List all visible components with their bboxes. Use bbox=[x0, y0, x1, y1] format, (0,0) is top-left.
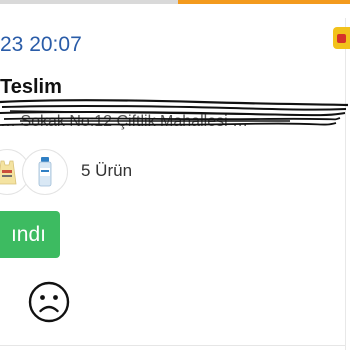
sad-face-glyph bbox=[28, 281, 70, 323]
redaction-scribble bbox=[0, 99, 349, 126]
delivery-address: … Sokak No:12 Çiftlik Mahallesi … bbox=[0, 96, 350, 140]
card-bottom-divider bbox=[0, 345, 345, 346]
product-count: 5 Ürün bbox=[81, 161, 133, 180]
product-thumbnail[interactable] bbox=[22, 149, 68, 195]
sad-face-icon[interactable] bbox=[28, 281, 70, 323]
progress-track bbox=[0, 0, 178, 4]
store-badge-icon[interactable] bbox=[333, 27, 350, 49]
order-card-screen: 23 20:07 Teslim … Sokak No:12 Çiftlik Ma… bbox=[0, 0, 350, 350]
top-garment-icon bbox=[0, 160, 17, 185]
order-action-button[interactable]: ındı bbox=[0, 211, 60, 258]
bottle-icon bbox=[38, 157, 52, 187]
progress-accent bbox=[178, 0, 350, 4]
card-edge bbox=[345, 18, 350, 350]
badge-mark bbox=[337, 33, 346, 43]
order-date: 23 20:07 bbox=[0, 33, 82, 56]
